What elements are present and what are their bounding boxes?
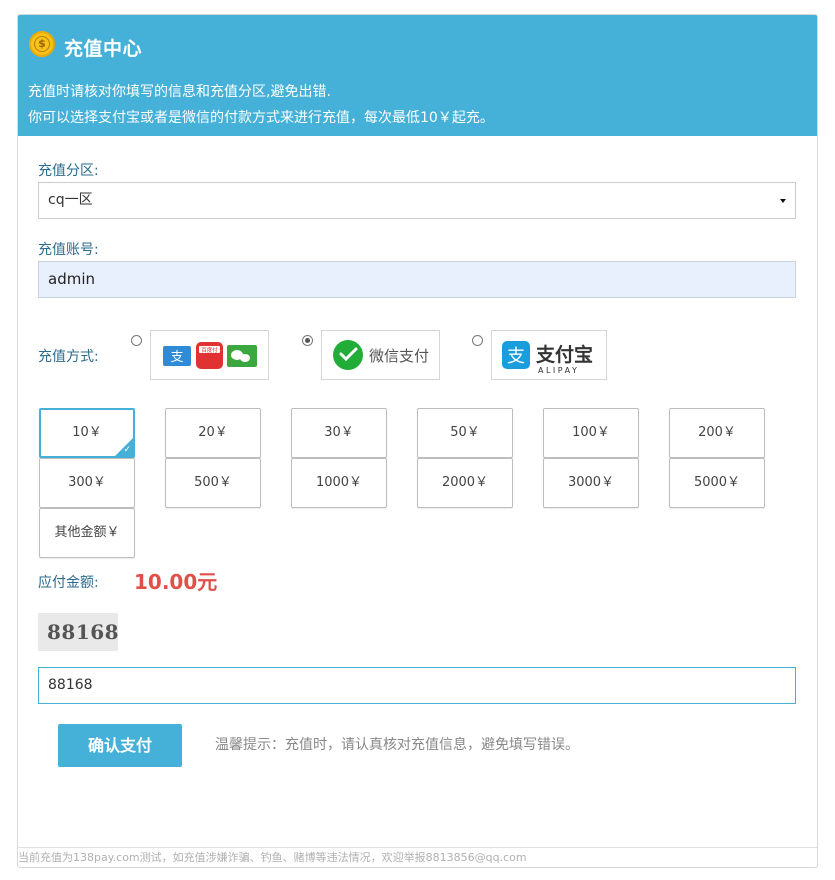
payment-radio-wechat[interactable]: [302, 335, 313, 346]
payment-radio-combined[interactable]: [131, 335, 142, 346]
amount-label: 30￥: [324, 425, 354, 440]
payment-radio-alipay[interactable]: [472, 335, 483, 346]
payment-method-label: 充值方式:: [38, 349, 99, 365]
payment-option-combined[interactable]: 支 百度付: [150, 330, 269, 380]
amount-option-other[interactable]: 其他金额￥: [39, 508, 135, 558]
amount-label: 100￥: [572, 425, 610, 440]
header-notice: 充值时请核对你填写的信息和充值分区,避免出错. 你可以选择支付宝或者是微信的付款…: [28, 79, 494, 131]
amount-option-10[interactable]: 10￥ ✓: [39, 408, 135, 458]
svg-text:微信支付: 微信支付: [369, 347, 429, 365]
amount-label: 2000￥: [441, 475, 489, 490]
account-label: 充值账号:: [38, 242, 99, 258]
payment-option-wechat[interactable]: 微信支付: [321, 330, 440, 380]
zone-label: 充值分区:: [38, 163, 99, 179]
amount-label: 50￥: [450, 425, 480, 440]
amount-option-2000[interactable]: 2000￥: [417, 458, 513, 508]
wechat-pay-icon: 微信支付: [333, 340, 429, 370]
alipay-icon: 支 支付宝 ALIPAY: [502, 341, 593, 375]
recharge-panel: $ 充值中心 充值时请核对你填写的信息和充值分区,避免出错. 你可以选择支付宝或…: [17, 14, 818, 868]
amount-option-50[interactable]: 50￥: [417, 408, 513, 458]
warm-tip: 温馨提示：充值时，请认真核对充值信息，避免填写错误。: [215, 737, 579, 753]
amount-label: 300￥: [68, 475, 106, 490]
page-title: 充值中心: [64, 38, 143, 60]
account-input[interactable]: admin: [38, 261, 796, 298]
notice-line-2: 你可以选择支付宝或者是微信的付款方式来进行充值，每次最低10￥起充。: [28, 110, 494, 126]
amount-label: 其他金额￥: [54, 525, 120, 540]
captcha-input[interactable]: 88168: [38, 667, 796, 704]
captcha-image[interactable]: 88168: [38, 613, 119, 651]
combined-pay-icon: 支 百度付: [163, 342, 257, 369]
checkmark-icon: ✓: [123, 445, 131, 455]
amount-option-1000[interactable]: 1000￥: [291, 458, 387, 508]
svg-text:支付宝: 支付宝: [535, 343, 593, 366]
amount-option-3000[interactable]: 3000￥: [543, 458, 639, 508]
amount-label: 500￥: [194, 475, 232, 490]
payable-amount: 10.00元: [134, 570, 218, 594]
payment-option-alipay[interactable]: 支 支付宝 ALIPAY: [491, 330, 607, 380]
caret-down-icon: [780, 199, 786, 203]
svg-text:百度付: 百度付: [201, 346, 218, 354]
amount-option-20[interactable]: 20￥: [165, 408, 261, 458]
notice-line-1: 充值时请核对你填写的信息和充值分区,避免出错.: [28, 84, 331, 100]
amount-label: 5000￥: [693, 475, 741, 490]
amount-option-5000[interactable]: 5000￥: [669, 458, 765, 508]
payable-label: 应付金额:: [38, 575, 99, 591]
confirm-pay-button[interactable]: 确认支付: [58, 724, 182, 767]
amount-label: 3000￥: [567, 475, 615, 490]
amount-option-200[interactable]: 200￥: [669, 408, 765, 458]
panel-header: $ 充值中心 充值时请核对你填写的信息和充值分区,避免出错. 你可以选择支付宝或…: [18, 15, 817, 136]
amount-label: 20￥: [198, 425, 228, 440]
footer-notice: 当前充值为138pay.com测试，如充值涉嫌诈骗、钓鱼、赌博等违法情况，欢迎举…: [18, 847, 817, 867]
svg-text:ALIPAY: ALIPAY: [538, 366, 579, 375]
svg-text:支: 支: [170, 350, 183, 365]
svg-text:支: 支: [507, 346, 525, 367]
zone-select-value: cq一区: [48, 192, 93, 208]
amount-option-500[interactable]: 500￥: [165, 458, 261, 508]
zone-select[interactable]: cq一区: [38, 182, 796, 219]
coin-icon: $: [29, 31, 55, 57]
amount-option-300[interactable]: 300￥: [39, 458, 135, 508]
amount-label: 1000￥: [315, 475, 363, 490]
amount-label: 200￥: [698, 425, 736, 440]
amount-label: 10￥: [72, 425, 102, 440]
amount-option-100[interactable]: 100￥: [543, 408, 639, 458]
amount-option-30[interactable]: 30￥: [291, 408, 387, 458]
